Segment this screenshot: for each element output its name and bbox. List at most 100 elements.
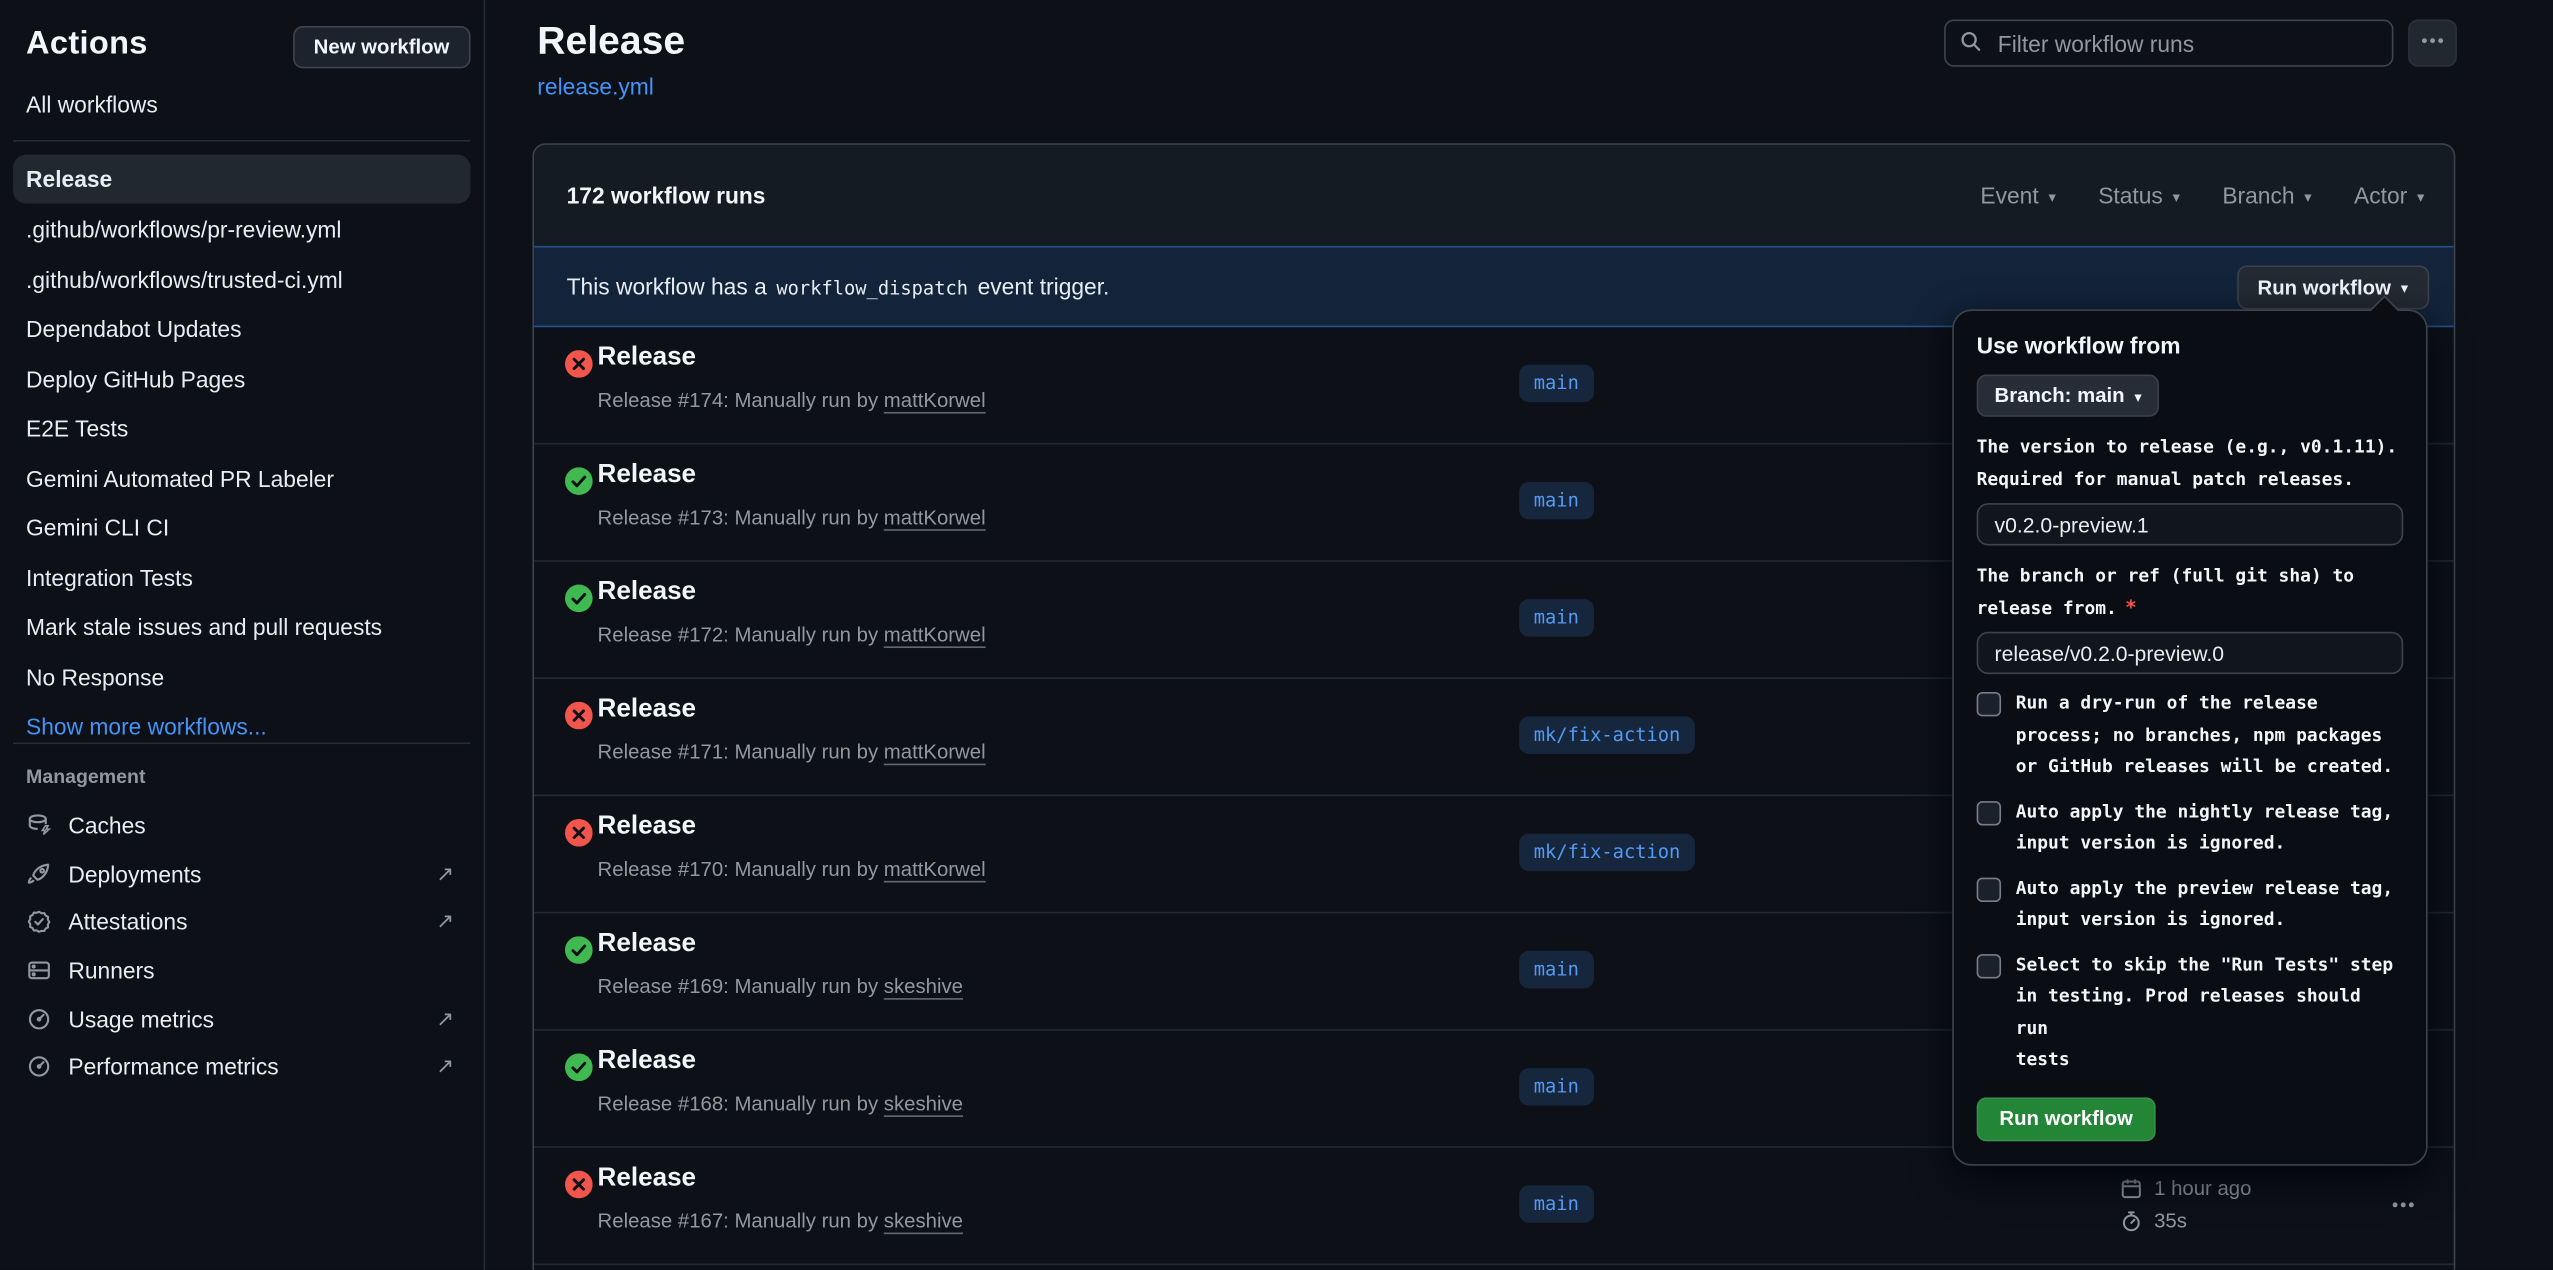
run-subtitle: Release #167: Manually run by skeshive bbox=[598, 1210, 963, 1233]
workflow-overflow-menu-button[interactable] bbox=[2408, 20, 2457, 67]
management-item-caches[interactable]: Caches ↗ bbox=[0, 801, 484, 849]
actor-link[interactable]: skeshive bbox=[884, 975, 963, 998]
sidebar-item-gemini-cli-ci[interactable]: Gemini CLI CI bbox=[13, 503, 471, 553]
actor-link[interactable]: skeshive bbox=[884, 1093, 963, 1116]
sidebar-item-release[interactable]: Release bbox=[13, 155, 471, 204]
version-field-description: The version to release (e.g., v0.1.11). … bbox=[1977, 431, 2404, 494]
checkbox[interactable] bbox=[1977, 692, 2001, 716]
x-circle-icon bbox=[565, 819, 593, 847]
management-item-runners[interactable]: Runners ↗ bbox=[0, 946, 484, 994]
run-title[interactable]: Release bbox=[598, 344, 697, 373]
sidebar-item-no-response[interactable]: No Response bbox=[13, 652, 471, 702]
check-circle-icon bbox=[565, 585, 593, 613]
actor-link[interactable]: skeshive bbox=[884, 1210, 963, 1233]
actor-link[interactable]: mattKorwel bbox=[884, 624, 986, 647]
runs-card-header: 172 workflow runs Event▾Status▾Branch▾Ac… bbox=[534, 145, 2454, 246]
checkbox[interactable] bbox=[1977, 800, 2001, 824]
management-item-deployments[interactable]: Deployments ↗ bbox=[0, 849, 484, 897]
checkbox-label[interactable]: Run a dry-run of the release process; no… bbox=[2016, 687, 2393, 782]
run-title[interactable]: Release bbox=[598, 695, 697, 724]
actor-link[interactable]: mattKorwel bbox=[884, 741, 986, 764]
management-item-label: Performance metrics bbox=[68, 1054, 278, 1080]
management-item-attestations[interactable]: Attestations ↗ bbox=[0, 898, 484, 946]
meter-icon bbox=[26, 1054, 52, 1080]
sidebar-item-dependabot-updates[interactable]: Dependabot Updates bbox=[13, 304, 471, 354]
branch-badge[interactable]: main bbox=[1519, 365, 1593, 402]
external-link-icon: ↗ bbox=[436, 861, 454, 887]
run-title[interactable]: Release bbox=[598, 1047, 697, 1076]
version-input[interactable] bbox=[1977, 503, 2404, 545]
workflow-run-row[interactable]: Release Release #167: Manually run by sk… bbox=[534, 1148, 2454, 1265]
checkbox-label[interactable]: Auto apply the preview release tag, inpu… bbox=[2016, 872, 2393, 935]
run-title[interactable]: Release bbox=[598, 578, 697, 607]
server-icon bbox=[26, 957, 52, 983]
filter-branch[interactable]: Branch▾ bbox=[2222, 182, 2311, 208]
run-subtitle: Release #168: Manually run by skeshive bbox=[598, 1093, 963, 1116]
new-workflow-button[interactable]: New workflow bbox=[293, 26, 471, 68]
branch-selector-button[interactable]: Branch: main ▾ bbox=[1977, 374, 2160, 416]
panel-checkboxes: Run a dry-run of the release process; no… bbox=[1977, 687, 2404, 1075]
sidebar-item-integration-tests[interactable]: Integration Tests bbox=[13, 553, 471, 603]
sidebar-item-gemini-automated-pr-labeler[interactable]: Gemini Automated PR Labeler bbox=[13, 453, 471, 503]
filter-workflow-runs-input[interactable] bbox=[1995, 28, 2379, 57]
run-title[interactable]: Release bbox=[598, 812, 697, 841]
checkbox[interactable] bbox=[1977, 953, 2001, 977]
external-link-icon: ↗ bbox=[436, 1006, 454, 1032]
run-subtitle: Release #172: Manually run by mattKorwel bbox=[598, 624, 986, 647]
branch-badge[interactable]: main bbox=[1519, 482, 1593, 519]
sidebar: Actions New workflow All workflows Relea… bbox=[0, 0, 485, 1270]
management-item-label: Deployments bbox=[68, 861, 201, 887]
filter-status[interactable]: Status▾ bbox=[2098, 182, 2180, 208]
rocket-icon bbox=[26, 861, 52, 887]
x-circle-icon bbox=[565, 702, 593, 730]
chevron-down-icon: ▾ bbox=[2304, 188, 2311, 206]
run-title[interactable]: Release bbox=[598, 1164, 697, 1193]
search-icon bbox=[1959, 28, 1983, 57]
checkbox-label[interactable]: Select to skip the "Run Tests" step in t… bbox=[2016, 948, 2404, 1075]
runs-filter-bar: Event▾ Status▾ Branch▾ Actor▾ bbox=[1980, 182, 2424, 208]
filter-event[interactable]: Event▾ bbox=[1980, 182, 2055, 208]
workflow-file-link[interactable]: release.yml bbox=[537, 73, 654, 99]
run-workflow-submit-button[interactable]: Run workflow bbox=[1977, 1097, 2156, 1141]
chevron-down-icon: ▾ bbox=[2134, 388, 2141, 406]
sidebar-item-e2e-tests[interactable]: E2E Tests bbox=[13, 404, 471, 454]
checkbox-label[interactable]: Auto apply the nightly release tag, inpu… bbox=[2016, 795, 2393, 858]
actor-link[interactable]: mattKorwel bbox=[884, 389, 986, 412]
branch-badge[interactable]: main bbox=[1519, 1068, 1593, 1105]
run-kebab-menu-button[interactable] bbox=[2382, 1190, 2424, 1223]
required-marker: * bbox=[2125, 595, 2137, 618]
kebab-horizontal-icon bbox=[2390, 1191, 2416, 1222]
ref-input[interactable] bbox=[1977, 632, 2404, 674]
run-meta: 1 hour ago 35s bbox=[2120, 1172, 2252, 1237]
banner-text: This workflow has a workflow_dispatch ev… bbox=[567, 274, 1110, 300]
branch-badge[interactable]: main bbox=[1519, 599, 1593, 636]
sidebar-item-label: Gemini CLI CI bbox=[26, 515, 169, 541]
sidebar-item-github-workflows-pr-review-yml[interactable]: .github/workflows/pr-review.yml bbox=[13, 205, 471, 255]
management-item-performance-metrics[interactable]: Performance metrics ↗ bbox=[0, 1043, 484, 1091]
branch-badge[interactable]: mk/fix-action bbox=[1519, 716, 1695, 753]
branch-badge[interactable]: mk/fix-action bbox=[1519, 834, 1695, 871]
actor-link[interactable]: mattKorwel bbox=[884, 506, 986, 529]
actor-link[interactable]: mattKorwel bbox=[884, 858, 986, 881]
branch-badge[interactable]: main bbox=[1519, 951, 1593, 988]
actions-page: Actions New workflow All workflows Relea… bbox=[0, 0, 2553, 1270]
sidebar-item-label: Dependabot Updates bbox=[26, 316, 241, 342]
management-list: Caches ↗ Deployments ↗ Attestations ↗ Ru… bbox=[0, 801, 484, 1091]
sidebar-item-github-workflows-trusted-ci-yml[interactable]: .github/workflows/trusted-ci.yml bbox=[13, 255, 471, 305]
run-workflow-dropdown-button[interactable]: Run workflow ▾ bbox=[2236, 265, 2429, 309]
filter-actor[interactable]: Actor▾ bbox=[2354, 182, 2424, 208]
management-item-label: Attestations bbox=[68, 909, 187, 935]
management-item-usage-metrics[interactable]: Usage metrics ↗ bbox=[0, 994, 484, 1042]
management-item-label: Usage metrics bbox=[68, 1006, 214, 1032]
checkbox[interactable] bbox=[1977, 877, 2001, 901]
workflow-input-checkbox-row: Select to skip the "Run Tests" step in t… bbox=[1977, 948, 2404, 1075]
sidebar-item-mark-stale-issues-and-pull-requests[interactable]: Mark stale issues and pull requests bbox=[13, 602, 471, 652]
sidebar-item-all-workflows[interactable]: All workflows bbox=[26, 91, 158, 117]
verified-icon bbox=[26, 909, 52, 935]
branch-badge[interactable]: main bbox=[1519, 1185, 1593, 1222]
run-title[interactable]: Release bbox=[598, 461, 697, 490]
sidebar-item-deploy-github-pages[interactable]: Deploy GitHub Pages bbox=[13, 354, 471, 404]
run-title[interactable]: Release bbox=[598, 930, 697, 959]
sidebar-item-label: No Response bbox=[26, 663, 164, 689]
sidebar-item-label: Gemini Automated PR Labeler bbox=[26, 465, 334, 491]
